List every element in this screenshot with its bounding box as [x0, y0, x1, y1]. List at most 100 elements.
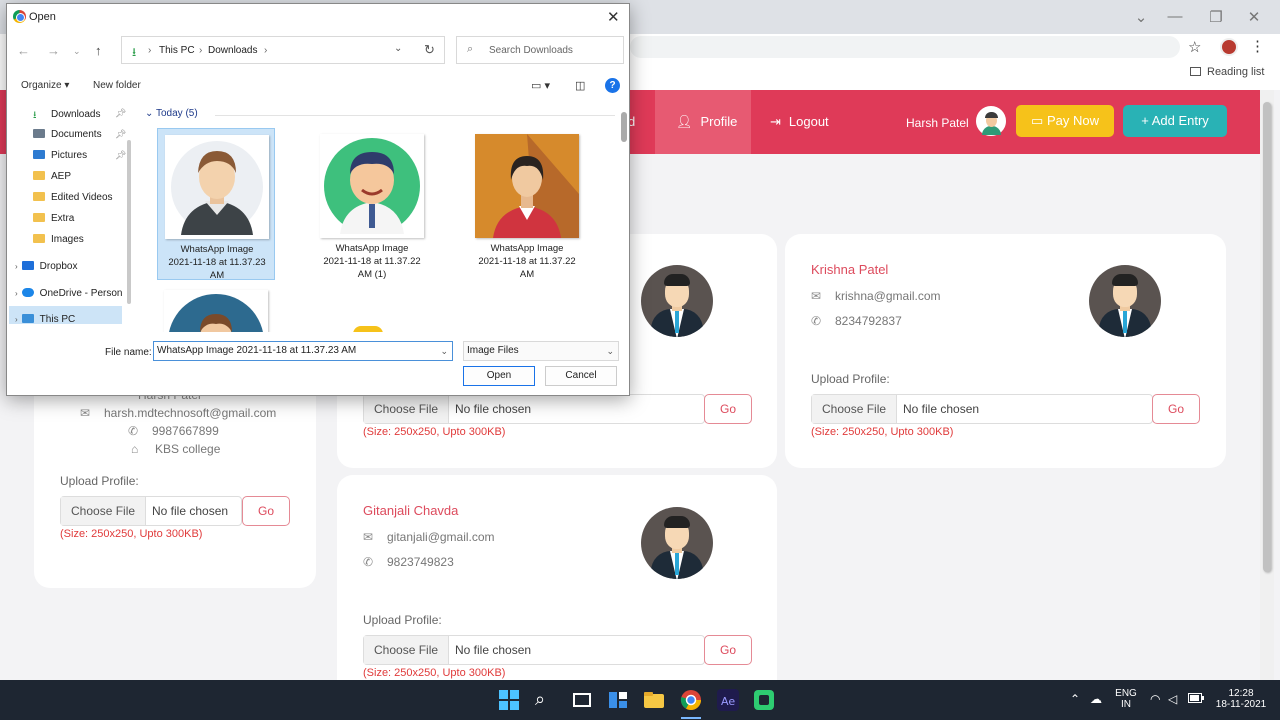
refresh-icon[interactable]: ↻ — [424, 42, 435, 58]
image-thumbnail — [475, 134, 579, 238]
reading-list-button[interactable]: Reading list — [1190, 66, 1264, 78]
content-scrollbar[interactable] — [621, 112, 627, 142]
widgets-icon[interactable] — [607, 689, 629, 711]
go-button[interactable]: Go — [1152, 394, 1200, 424]
add-entry-button[interactable]: + Add Entry — [1123, 105, 1227, 137]
avatar-body — [982, 126, 1001, 135]
up-arrow-icon[interactable]: ↑ — [95, 43, 102, 58]
tree-item-this-pc[interactable]: › This PC — [15, 314, 75, 325]
maximize-icon[interactable]: ❐ — [1201, 8, 1231, 26]
tree-item-pictures[interactable]: Pictures 📌︎ — [33, 150, 126, 161]
organize-button[interactable]: Organize ▾ — [21, 80, 69, 91]
file-input[interactable]: Choose File No file chosen — [811, 394, 1153, 424]
nav-item-profile[interactable]: 👤︎ Profile — [676, 114, 737, 130]
file-name-input[interactable]: WhatsApp Image 2021-11-18 at 11.37.23 AM… — [153, 341, 453, 361]
chevron-down-icon[interactable]: ⌄ — [440, 342, 448, 360]
profile-avatar[interactable] — [1220, 38, 1238, 56]
search-input[interactable]: ⌕ Search Downloads — [456, 36, 624, 64]
after-effects-icon[interactable]: Ae — [717, 689, 739, 711]
group-header[interactable]: ⌄ Today (5) — [145, 108, 615, 119]
pay-now-button[interactable]: ▭ Pay Now — [1016, 105, 1114, 137]
avatar-hair — [664, 516, 690, 528]
choose-file-button[interactable]: Choose File — [364, 636, 450, 664]
close-icon[interactable]: ✕ — [607, 8, 620, 26]
file-item[interactable] — [313, 324, 431, 332]
folder-icon — [33, 234, 45, 243]
tree-item-images[interactable]: Images — [33, 234, 84, 245]
tree-item-onedrive[interactable]: › OneDrive - Person — [15, 288, 122, 299]
avatar-tie — [1123, 311, 1127, 333]
tree-scrollbar[interactable] — [127, 140, 131, 304]
back-arrow-icon[interactable]: ← — [17, 43, 30, 58]
battery-icon[interactable] — [1188, 693, 1204, 706]
file-input[interactable]: Choose File No file chosen — [363, 394, 705, 424]
app-icon[interactable] — [753, 689, 775, 711]
volume-icon[interactable]: ◁ — [1168, 692, 1177, 706]
chrome-icon[interactable] — [680, 689, 702, 711]
search-icon[interactable]: ⌕ — [535, 689, 557, 711]
download-icon: ⭳ — [132, 45, 137, 59]
new-folder-button[interactable]: New folder — [93, 80, 141, 91]
file-item[interactable]: WhatsApp Image 2021-11-18 at 11.37.22 AM (… — [313, 128, 431, 280]
file-name-line: AM (1) — [357, 269, 387, 280]
tree-item-aep[interactable]: AEP — [33, 171, 71, 182]
scrollbar-thumb[interactable] — [1263, 102, 1271, 572]
cancel-button[interactable]: Cancel — [545, 366, 617, 386]
avatar-tie — [675, 553, 679, 575]
avatar-male — [641, 265, 713, 337]
page-scrollbar[interactable] — [1260, 90, 1274, 680]
file-name-value: WhatsApp Image 2021-11-18 at 11.37.23 AM — [157, 345, 357, 356]
go-button[interactable]: Go — [704, 394, 752, 424]
open-button[interactable]: Open — [463, 366, 535, 386]
clock[interactable]: 12:28 18-11-2021 — [1214, 688, 1268, 710]
pin-icon: 📌︎ — [115, 129, 127, 139]
address-bar[interactable] — [630, 36, 1180, 58]
kebab-menu-icon[interactable]: ⋮ — [1250, 37, 1265, 55]
minimize-chevron-icon[interactable]: ⌄ — [1126, 8, 1156, 26]
file-type-select[interactable]: Image Files ⌄ — [463, 341, 619, 361]
close-window-icon[interactable]: ✕ — [1239, 8, 1269, 26]
recent-chevron-icon[interactable]: ⌄ — [73, 46, 81, 57]
tree-item-downloads[interactable]: ⭳ Downloads 📌︎ — [33, 108, 126, 121]
card-college: ⌂ KBS college — [131, 442, 220, 456]
path-segment[interactable]: This PC — [159, 45, 195, 56]
file-name-line: WhatsApp Image — [180, 244, 254, 255]
language-indicator[interactable]: ENG IN — [1115, 688, 1137, 710]
clock-date: 18-11-2021 — [1215, 699, 1267, 710]
bookmark-star-icon[interactable]: ☆ — [1188, 38, 1201, 56]
chevron-up-icon[interactable]: ⌃ — [1070, 692, 1080, 706]
file-item[interactable] — [157, 284, 275, 332]
cloud-icon[interactable]: ☁ — [1090, 692, 1102, 706]
wifi-icon[interactable]: ◠ — [1150, 692, 1160, 706]
file-explorer-icon[interactable] — [643, 689, 665, 711]
choose-file-button[interactable]: Choose File — [61, 497, 147, 525]
choose-file-button[interactable]: Choose File — [812, 395, 898, 423]
preview-pane-icon[interactable]: ◫ — [575, 79, 585, 92]
view-icon[interactable]: ▭ ▾ — [531, 79, 550, 92]
nav-item-logout[interactable]: ⇥ Logout — [770, 114, 829, 130]
choose-file-button[interactable]: Choose File — [364, 395, 450, 423]
file-input[interactable]: Choose File No file chosen — [363, 635, 705, 665]
path-bar[interactable]: ⭳ › This PC › Downloads › ⌄ ↻ — [121, 36, 445, 64]
go-button[interactable]: Go — [704, 635, 752, 665]
chevron-down-icon[interactable]: ⌄ — [394, 43, 402, 54]
tree-item-extra[interactable]: Extra — [33, 213, 74, 224]
user-avatar[interactable] — [976, 106, 1006, 136]
go-button[interactable]: Go — [242, 496, 290, 526]
minimize-icon[interactable]: — — [1160, 8, 1190, 25]
path-segment[interactable]: Downloads — [208, 45, 257, 56]
tree-item-edited-videos[interactable]: Edited Videos — [33, 192, 113, 203]
file-input[interactable]: Choose File No file chosen — [60, 496, 242, 526]
help-icon[interactable]: ? — [605, 78, 620, 93]
start-icon[interactable] — [498, 689, 520, 711]
file-item[interactable]: WhatsApp Image 2021-11-18 at 11.37.23 AM — [157, 128, 275, 281]
dialog-title: Open — [29, 11, 56, 23]
task-view-icon[interactable] — [571, 689, 593, 711]
documents-icon — [33, 129, 45, 138]
tree-item-documents[interactable]: Documents 📌︎ — [33, 129, 126, 140]
search-icon: ⌕ — [467, 43, 474, 55]
forward-arrow-icon[interactable]: → — [47, 43, 60, 58]
tree-item-dropbox[interactable]: › Dropbox — [15, 261, 77, 272]
chevron-right-icon: › — [15, 262, 18, 271]
file-item[interactable]: WhatsApp Image 2021-11-18 at 11.37.22 AM — [468, 128, 586, 280]
